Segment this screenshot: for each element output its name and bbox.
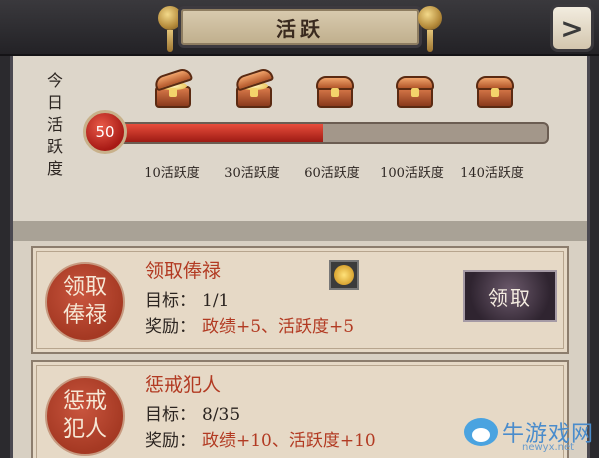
- progress-track: [97, 122, 549, 144]
- target-label: 目标：: [145, 291, 196, 311]
- lantern-icon: [418, 6, 442, 52]
- milestone-label: 60活跃度: [304, 166, 360, 181]
- back-button[interactable]: >: [550, 4, 594, 52]
- milestone-label: 100活跃度: [380, 166, 444, 181]
- site-watermark: 牛游戏网 newyx.net: [460, 410, 599, 458]
- task-name: 领取俸禄: [145, 260, 222, 282]
- target-value: 1/1: [202, 291, 230, 311]
- title-plate: 活跃: [178, 6, 422, 48]
- target-label: 目标：: [145, 405, 196, 425]
- claim-button[interactable]: 领取: [463, 270, 557, 322]
- task-target: 目标： 1/1: [145, 286, 229, 311]
- daily-activity-section: 今日活跃度 50 10活跃度 30活跃度 60活跃度 100活跃度 140活跃度: [13, 56, 587, 221]
- activity-value-badge: 50: [83, 110, 127, 154]
- activity-progress-bar: 50: [79, 108, 553, 154]
- task-reward: 奖励： 政绩+5、活跃度+5: [145, 312, 354, 337]
- open-chest-icon[interactable]: [152, 66, 194, 110]
- milestone-label: 30活跃度: [224, 166, 280, 181]
- watermark-url: newyx.net: [522, 442, 575, 453]
- reward-value: 政绩+10、活跃度+10: [202, 431, 376, 451]
- cow-mascot-icon: [464, 418, 498, 446]
- closed-chest-icon[interactable]: [475, 74, 515, 110]
- reward-label: 奖励：: [145, 317, 196, 337]
- page-title: 活跃: [276, 16, 324, 41]
- daily-activity-label: 今日活跃度: [46, 71, 63, 178]
- open-chest-icon[interactable]: [233, 66, 275, 110]
- milestone-label: 10活跃度: [144, 166, 200, 181]
- gold-coin-icon: [329, 260, 359, 290]
- milestone-label: 140活跃度: [460, 166, 524, 181]
- task-name: 惩戒犯人: [145, 374, 222, 396]
- closed-chest-icon[interactable]: [315, 74, 355, 110]
- chevron-right-icon: >: [560, 11, 584, 45]
- progress-fill: [99, 124, 323, 142]
- section-divider: [13, 221, 587, 241]
- activity-value: 50: [95, 123, 115, 141]
- task-seal: 领取 俸禄: [45, 262, 125, 342]
- target-value: 8/35: [202, 405, 241, 425]
- top-bar: 活跃 >: [0, 0, 599, 56]
- task-seal: 惩戒 犯人: [45, 376, 125, 456]
- task-card: 领取 俸禄 领取俸禄 目标： 1/1 奖励： 政绩+5、活跃度+5 领取: [31, 246, 569, 354]
- task-target: 目标： 8/35: [145, 400, 240, 425]
- reward-value: 政绩+5、活跃度+5: [202, 317, 355, 337]
- task-reward: 奖励： 政绩+10、活跃度+10: [145, 426, 376, 451]
- main-panel: 今日活跃度 50 10活跃度 30活跃度 60活跃度 100活跃度 140活跃度…: [10, 56, 590, 458]
- closed-chest-icon[interactable]: [395, 74, 435, 110]
- reward-label: 奖励：: [145, 431, 196, 451]
